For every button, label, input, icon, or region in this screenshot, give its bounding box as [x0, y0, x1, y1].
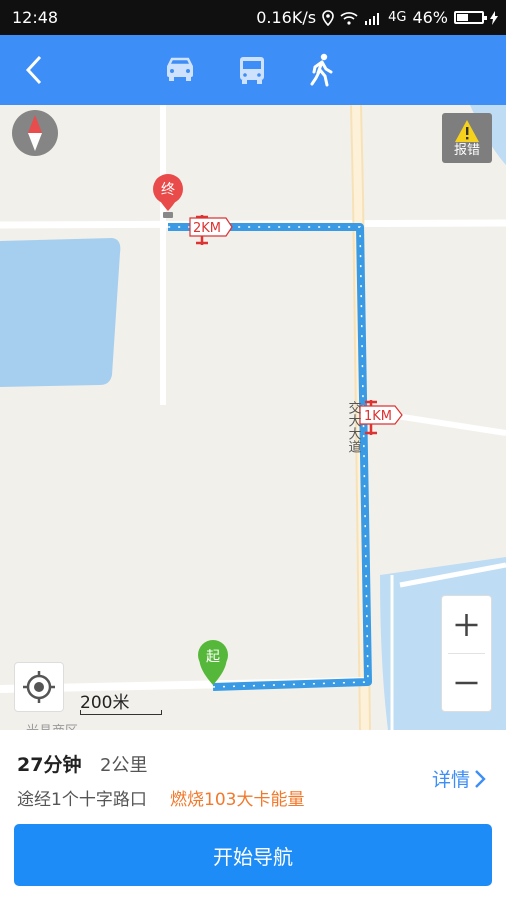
route-distance: 2公里	[100, 755, 148, 776]
battery-icon	[454, 11, 487, 24]
car-icon[interactable]	[160, 51, 200, 89]
zoom-out-icon[interactable]	[442, 654, 491, 711]
route-summary-panel: 27分钟 2公里 途经1个十字路口 燃烧103大卡能量 详情 开始导航	[0, 730, 506, 900]
details-label: 详情	[431, 769, 470, 791]
walk-icon[interactable]	[302, 51, 342, 89]
road-label: 交大大道	[346, 400, 362, 453]
svg-text:1KM: 1KM	[364, 409, 392, 424]
end-marker[interactable]: 终	[153, 174, 183, 218]
status-bar: 12:48 0.16K/s 4G 46%	[0, 0, 506, 35]
route-via: 途经1个十字路口	[17, 790, 147, 810]
battery-percent: 46%	[412, 8, 448, 27]
wifi-icon	[340, 11, 358, 25]
top-bar	[0, 35, 506, 105]
compass-icon	[28, 115, 42, 151]
status-time: 12:48	[12, 8, 59, 27]
back-icon[interactable]	[18, 51, 50, 89]
report-error-button[interactable]: 报错	[442, 113, 492, 163]
compass-button[interactable]	[12, 110, 58, 156]
svg-text:起: 起	[206, 649, 220, 665]
network-speed: 0.16K/s	[256, 8, 317, 27]
network-type: 4G	[388, 10, 407, 25]
battery-level	[457, 14, 468, 21]
start-navigation-button[interactable]: 开始导航	[14, 824, 492, 886]
map-view[interactable]: 终 起 2KM 1KM 交大大道 光县商区	[0, 105, 506, 730]
route-line	[168, 223, 372, 691]
locate-button[interactable]	[14, 662, 64, 712]
charging-icon	[490, 10, 498, 25]
locate-icon	[23, 671, 55, 703]
route-arrows	[168, 226, 369, 688]
location-icon	[322, 9, 334, 26]
route-calories: 燃烧103大卡能量	[170, 790, 305, 810]
route-duration: 27分钟	[17, 754, 82, 776]
svg-text:2KM: 2KM	[193, 221, 221, 236]
signal-icon	[365, 12, 380, 25]
svg-text:终: 终	[161, 182, 175, 198]
zoom-controls	[441, 595, 492, 712]
chevron-right-icon	[475, 769, 486, 788]
lake-area	[0, 238, 121, 387]
details-link[interactable]: 详情	[432, 765, 486, 792]
start-marker[interactable]: 起	[198, 640, 228, 685]
zoom-in-icon[interactable]	[442, 596, 491, 653]
scale-bar	[80, 710, 162, 715]
bus-icon[interactable]	[232, 51, 272, 89]
km-marker-2: 2KM	[189, 215, 233, 245]
report-label: 报错	[453, 143, 480, 158]
map-canvas: 终 起 2KM 1KM 交大大道 光县商区	[0, 105, 506, 730]
